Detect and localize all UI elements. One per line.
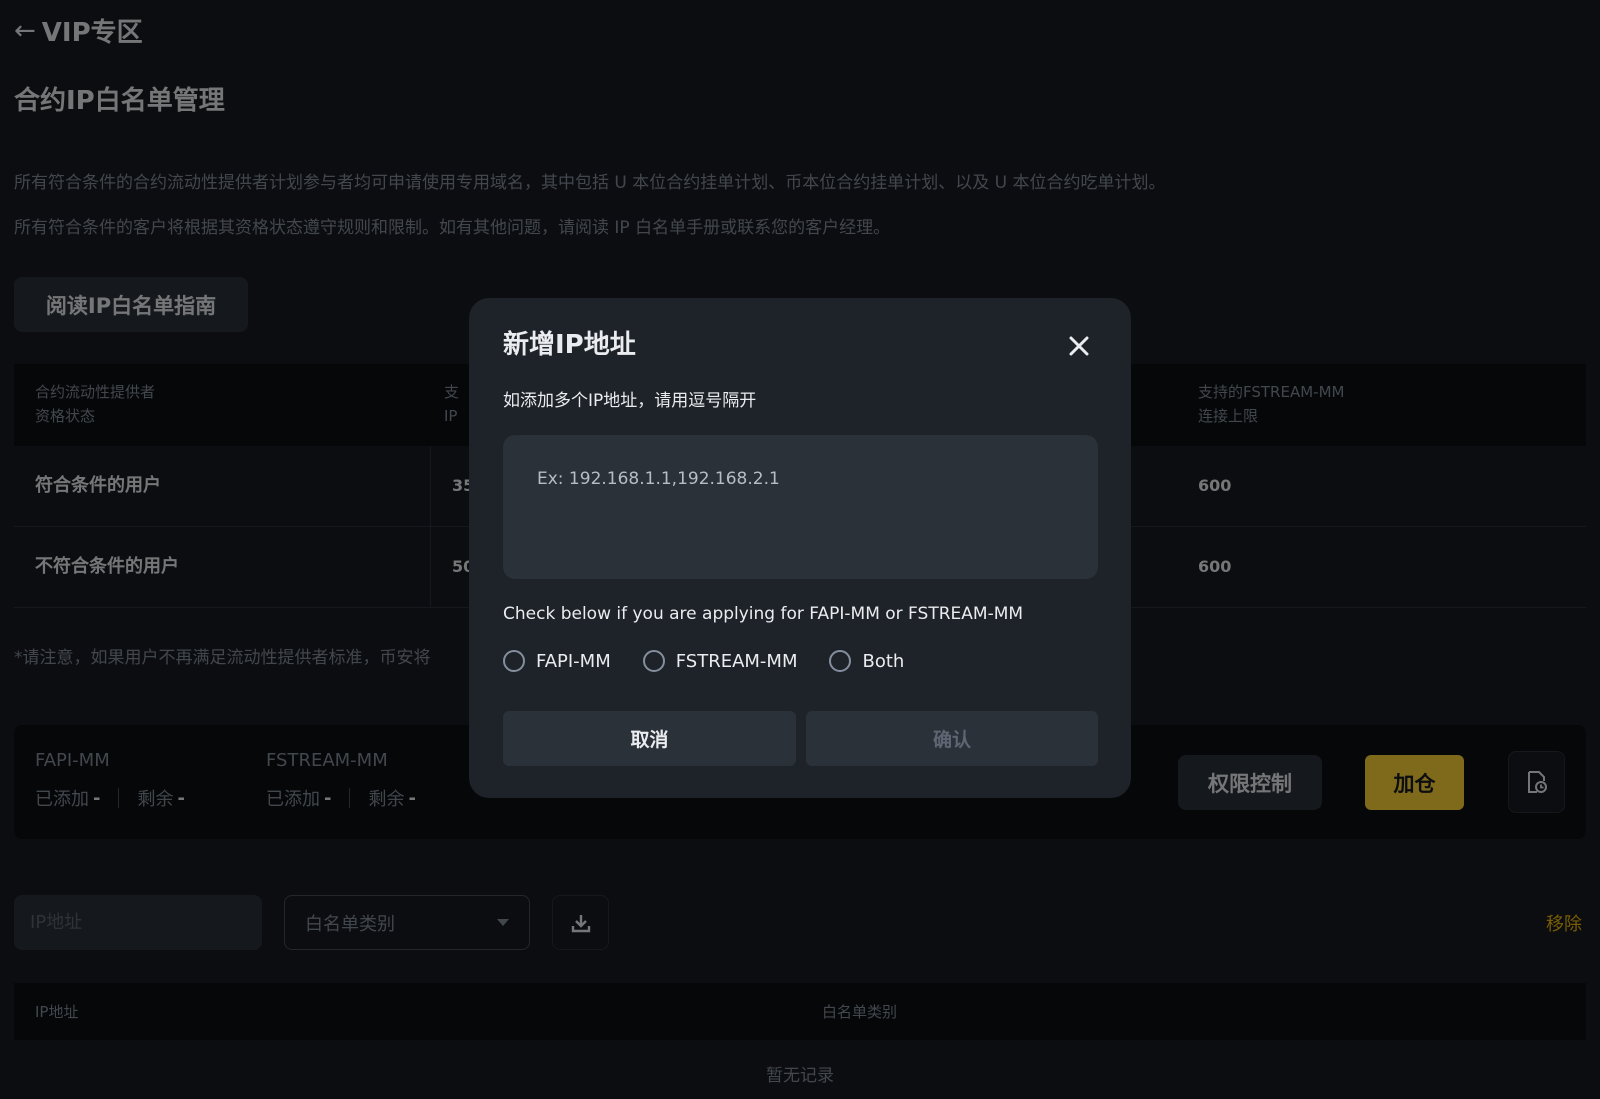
close-icon[interactable]: [1063, 330, 1095, 362]
modal-title: 新增IP地址: [503, 330, 636, 360]
close-glyph: [1069, 336, 1089, 356]
radio-fstream-mm[interactable]: FSTREAM-MM: [642, 650, 798, 672]
apply-type-hint: Check below if you are applying for FAPI…: [503, 604, 1024, 624]
confirm-button[interactable]: 确认: [806, 711, 1098, 766]
radio-circle[interactable]: [503, 650, 525, 672]
cancel-button[interactable]: 取消: [503, 711, 796, 766]
add-ip-modal: 新增IP地址 如添加多个IP地址，请用逗号隔开 Check below if y…: [469, 298, 1131, 798]
apply-type-radio-group: FAPI-MM FSTREAM-MM Both: [503, 650, 936, 672]
radio-label: Both: [862, 650, 905, 672]
radio-circle[interactable]: [829, 650, 852, 672]
page: ← VIP专区 合约IP白名单管理 所有符合条件的合约流动性提供者计划参与者均可…: [0, 0, 1600, 1099]
ip-address-textarea[interactable]: [503, 435, 1098, 579]
radio-both[interactable]: Both: [829, 650, 904, 672]
radio-circle[interactable]: [642, 650, 665, 672]
radio-label: FSTREAM-MM: [675, 650, 798, 672]
modal-hint: 如添加多个IP地址，请用逗号隔开: [503, 391, 757, 411]
radio-label: FAPI-MM: [536, 650, 611, 672]
radio-fapi-mm[interactable]: FAPI-MM: [503, 650, 611, 672]
